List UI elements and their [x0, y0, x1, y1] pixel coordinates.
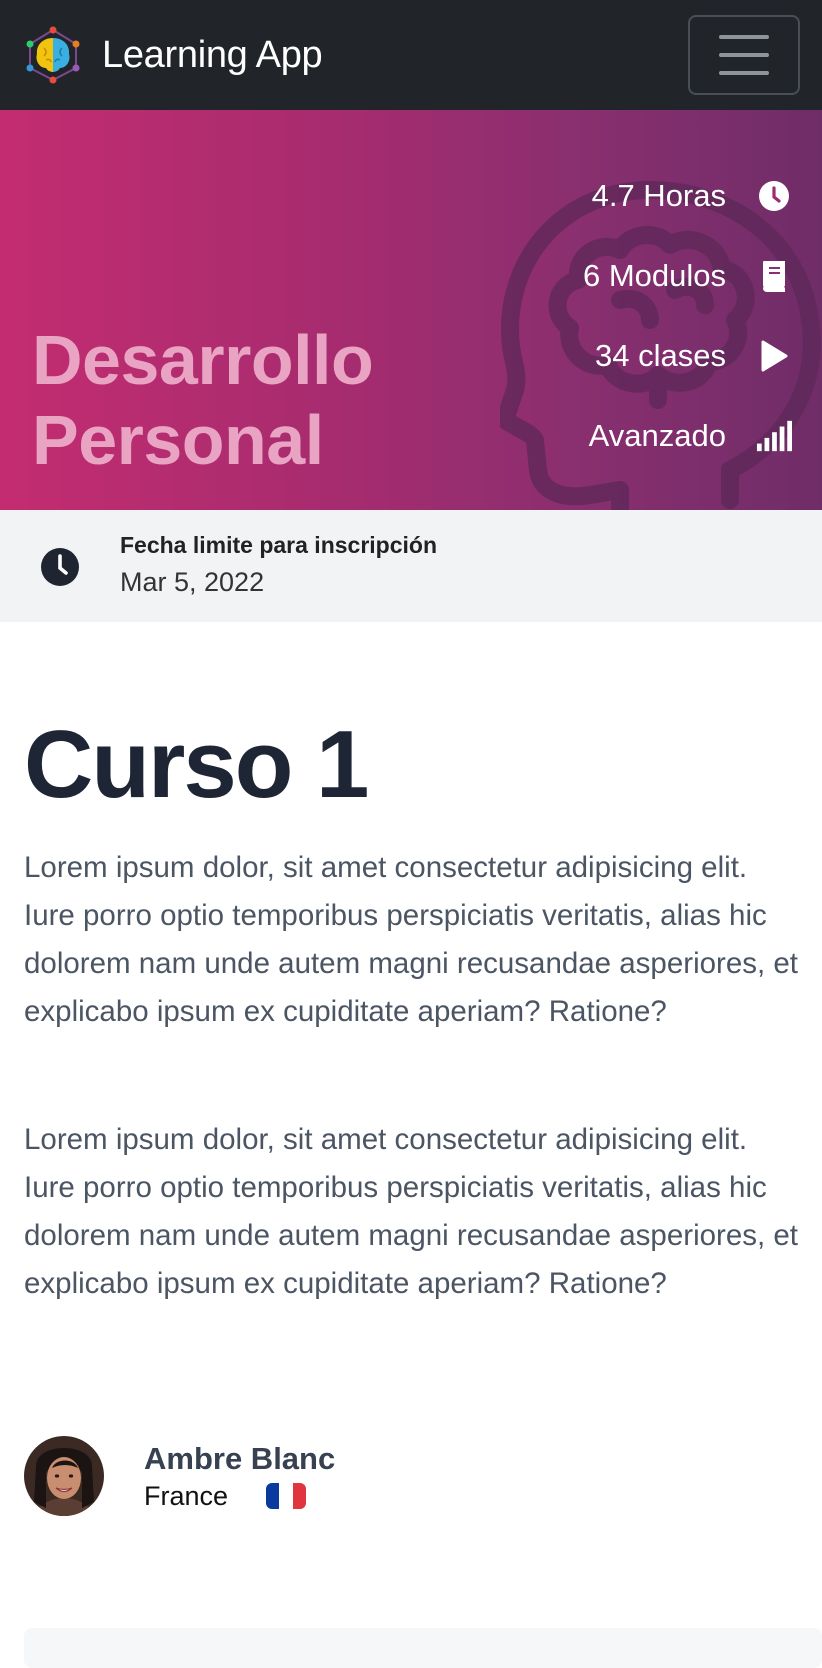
stat-label: 6 Modulos [582, 258, 726, 293]
navbar: Learning App [0, 0, 822, 110]
author-card[interactable]: Ambre Blanc France [24, 1436, 335, 1516]
author-location: France [144, 1481, 335, 1512]
stat-label: 34 clases [595, 338, 726, 373]
hamburger-icon-bar [719, 53, 769, 57]
play-icon [756, 338, 792, 374]
deadline-label: Fecha limite para inscripción [120, 532, 437, 558]
menu-toggle-button[interactable] [688, 15, 800, 95]
course-description: Lorem ipsum dolor, sit amet consectetur … [24, 1123, 799, 1300]
title-line: Personal [32, 401, 324, 479]
course-title: Curso 1 [24, 711, 369, 818]
stat-level: Avanzado [372, 396, 792, 476]
deadline-date: Mar 5, 2022 [120, 567, 265, 597]
signal-bars-icon [756, 418, 792, 454]
brain-network-logo-icon [26, 26, 80, 84]
title-line: Desarrollo [32, 321, 374, 399]
clock-icon [756, 178, 792, 214]
author-name: Ambre Blanc [144, 1440, 336, 1476]
book-icon [756, 258, 792, 294]
app-name: Learning App [102, 33, 323, 76]
author-country: France [144, 1480, 229, 1511]
course-category-title: Desarrollo Personal [32, 320, 374, 480]
deadline-text: Fecha limite para inscripción Mar 5, 202… [120, 532, 437, 598]
stat-lessons: 34 clases [372, 316, 792, 396]
stat-modules: 6 Modulos [372, 236, 792, 316]
stat-label: Avanzado [588, 418, 726, 453]
clock-icon [41, 548, 79, 586]
brand[interactable]: Learning App [24, 26, 323, 84]
course-stats: 4.7 Horas 6 Modulos 34 clases Avanzado [372, 156, 792, 476]
next-section-card [24, 1628, 822, 1668]
france-flag-icon [266, 1483, 307, 1509]
enrollment-deadline: Fecha limite para inscripción Mar 5, 202… [0, 510, 822, 622]
hamburger-icon-bar [719, 71, 769, 75]
course-hero-banner: Desarrollo Personal 4.7 Horas 6 Modulos [0, 110, 822, 510]
course-description: Lorem ipsum dolor, sit amet consectetur … [24, 851, 799, 1028]
avatar[interactable] [24, 1436, 104, 1516]
stat-hours: 4.7 Horas [372, 156, 792, 236]
author-info: Ambre Blanc France [144, 1441, 335, 1512]
hamburger-icon-bar [719, 35, 769, 39]
stat-label: 4.7 Horas [591, 178, 726, 213]
